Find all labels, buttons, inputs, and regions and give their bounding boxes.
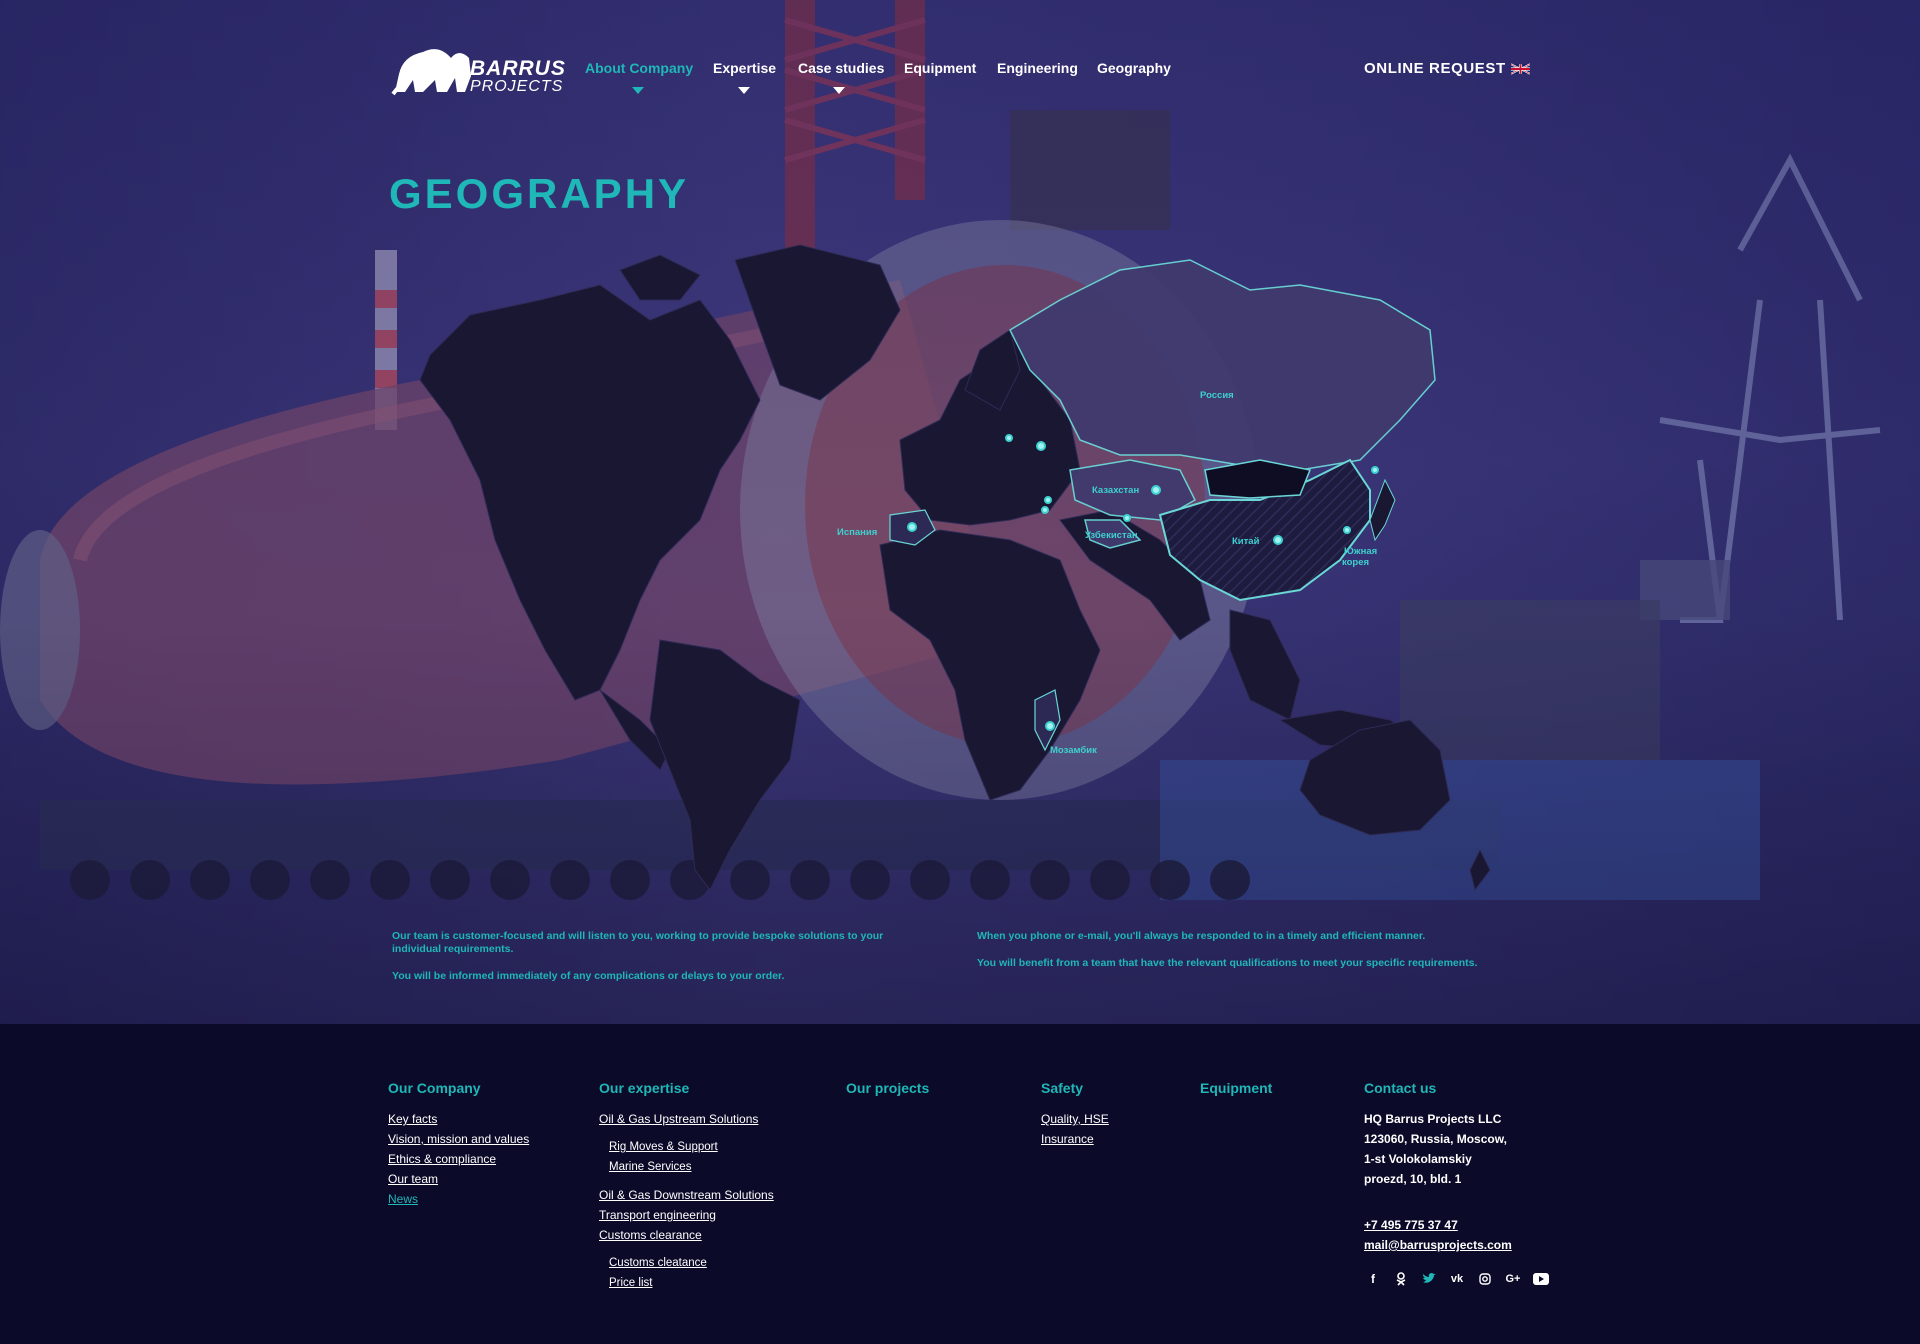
map-marker-kazakhstan: [1151, 485, 1161, 495]
address-line: 123060, Russia, Moscow,: [1364, 1132, 1507, 1146]
nav-label: Engineering: [997, 60, 1078, 76]
footer-link-rig-moves[interactable]: Rig Moves & Support: [609, 1137, 774, 1157]
footer-link-customs-cleatance[interactable]: Customs cleatance: [609, 1253, 774, 1273]
map-marker-korea: [1343, 526, 1351, 534]
hero-section: Россия Казахстан Узбекистан Китай Южная …: [0, 0, 1920, 1024]
footer-link-key-facts[interactable]: Key facts: [388, 1109, 529, 1129]
map-marker-europe-1: [1005, 434, 1013, 442]
map-marker-europe-4: [1041, 506, 1049, 514]
footer-link-customs[interactable]: Customs clearance: [599, 1225, 774, 1245]
footer-link-quality-hse[interactable]: Quality, HSE: [1041, 1109, 1109, 1129]
footer-col-company: Our Company Key facts Vision, mission an…: [388, 1080, 529, 1209]
chevron-down-icon[interactable]: [833, 87, 845, 94]
map-marker-europe-3: [1044, 496, 1052, 504]
world-map[interactable]: [0, 0, 1920, 1024]
footer-heading-equipment[interactable]: Equipment: [1200, 1080, 1272, 1097]
map-label-korea-2: корея: [1342, 557, 1370, 568]
footer-heading-company[interactable]: Our Company: [388, 1080, 529, 1097]
footer-col-equipment: Equipment: [1200, 1080, 1272, 1109]
map-marker-russia-east: [1371, 466, 1379, 474]
phone-link[interactable]: +7 495 775 37 47: [1364, 1215, 1550, 1235]
footer-link-insurance[interactable]: Insurance: [1041, 1129, 1109, 1149]
footer-col-projects: Our projects: [846, 1080, 929, 1109]
address-line: HQ Barrus Projects LLC: [1364, 1112, 1502, 1126]
address-line: 1-st Volokolamskiy: [1364, 1152, 1472, 1166]
map-region-greenland: [734, 244, 901, 401]
chevron-down-icon[interactable]: [738, 87, 750, 94]
map-label-uzbekistan: Узбекистан: [1085, 530, 1138, 541]
nav-label: Case studies: [798, 60, 885, 76]
map-label-kazakhstan: Казахстан: [1092, 485, 1140, 496]
nav-label: Expertise: [713, 60, 777, 76]
map-region-africa: [879, 529, 1101, 801]
uk-flag-icon[interactable]: [1511, 63, 1530, 75]
address-line: proezd, 10, bld. 1: [1364, 1172, 1462, 1186]
nav-geography[interactable]: Geography: [1097, 60, 1171, 76]
map-marker-europe-2: [1036, 441, 1046, 451]
nav-about-company[interactable]: About Company: [585, 60, 694, 94]
map-label-china: Китай: [1232, 536, 1260, 547]
youtube-icon[interactable]: [1532, 1271, 1550, 1287]
footer-col-safety: Safety Quality, HSE Insurance: [1041, 1080, 1109, 1149]
info-text-left-2: You will be informed immediately of any …: [392, 970, 785, 982]
footer-link-vision[interactable]: Vision, mission and values: [388, 1129, 529, 1149]
footer: Our Company Key facts Vision, mission an…: [0, 1024, 1920, 1344]
footer-link-news[interactable]: News: [388, 1189, 529, 1209]
nav-engineering[interactable]: Engineering: [997, 60, 1078, 76]
footer-heading-expertise[interactable]: Our expertise: [599, 1080, 774, 1097]
social-icons: f vk G+: [1364, 1271, 1550, 1287]
footer-link-ethics[interactable]: Ethics & compliance: [388, 1149, 529, 1169]
map-marker-uzbekistan: [1123, 514, 1131, 522]
nav-expertise[interactable]: Expertise: [713, 60, 777, 94]
google-plus-icon[interactable]: G+: [1504, 1271, 1522, 1287]
nav-label: Geography: [1097, 60, 1171, 76]
brand-sub[interactable]: PROJECTS: [470, 78, 563, 96]
instagram-icon[interactable]: [1476, 1271, 1494, 1287]
nav-label: About Company: [585, 60, 694, 76]
info-text-left-1: Our team is customer-focused and will li…: [392, 930, 884, 955]
footer-link-our-team[interactable]: Our team: [388, 1169, 529, 1189]
map-marker-china: [1273, 535, 1283, 545]
map-region-south-america: [649, 639, 801, 891]
footer-link-downstream[interactable]: Oil & Gas Downstream Solutions: [599, 1185, 774, 1205]
footer-link-price-list[interactable]: Price list: [609, 1273, 774, 1293]
info-text-right-2: You will benefit from a team that have t…: [977, 957, 1478, 969]
online-request-button[interactable]: ONLINE REQUEST: [1364, 60, 1506, 77]
map-label-russia: Россия: [1200, 390, 1234, 401]
footer-heading-projects[interactable]: Our projects: [846, 1080, 929, 1097]
map-label-spain: Испания: [837, 527, 878, 538]
footer-link-upstream[interactable]: Oil & Gas Upstream Solutions: [599, 1109, 774, 1129]
footer-heading-contacts: Contact us: [1364, 1080, 1437, 1096]
footer-link-transport[interactable]: Transport engineering: [599, 1205, 774, 1225]
map-marker-mozambique: [1045, 721, 1055, 731]
footer-heading-safety[interactable]: Safety: [1041, 1080, 1109, 1097]
footer-link-marine[interactable]: Marine Services: [609, 1157, 774, 1177]
map-marker-spain: [907, 522, 917, 532]
page-title: GEOGRAPHY: [389, 170, 690, 217]
footer-col-contacts: Contact us HQ Barrus Projects LLC 123060…: [1364, 1080, 1550, 1287]
email-link[interactable]: mail@barrusprojects.com: [1364, 1235, 1550, 1255]
chevron-down-icon[interactable]: [632, 87, 644, 94]
nav-case-studies[interactable]: Case studies: [798, 60, 885, 94]
map-label-korea-1: Южная: [1344, 546, 1378, 557]
brand-name[interactable]: BARRUS: [470, 58, 566, 79]
odnoklassniki-icon[interactable]: [1392, 1271, 1410, 1287]
map-label-mozambique: Мозамбик: [1050, 745, 1097, 756]
nav-label: Equipment: [904, 60, 977, 76]
info-text-right-1: When you phone or e-mail, you'll always …: [977, 930, 1426, 942]
map-region-north-america: [419, 284, 761, 701]
footer-col-expertise: Our expertise Oil & Gas Upstream Solutio…: [599, 1080, 774, 1293]
nav-equipment[interactable]: Equipment: [904, 60, 976, 76]
vk-icon[interactable]: vk: [1448, 1271, 1466, 1287]
facebook-icon[interactable]: f: [1364, 1271, 1382, 1287]
twitter-icon[interactable]: [1420, 1271, 1438, 1287]
